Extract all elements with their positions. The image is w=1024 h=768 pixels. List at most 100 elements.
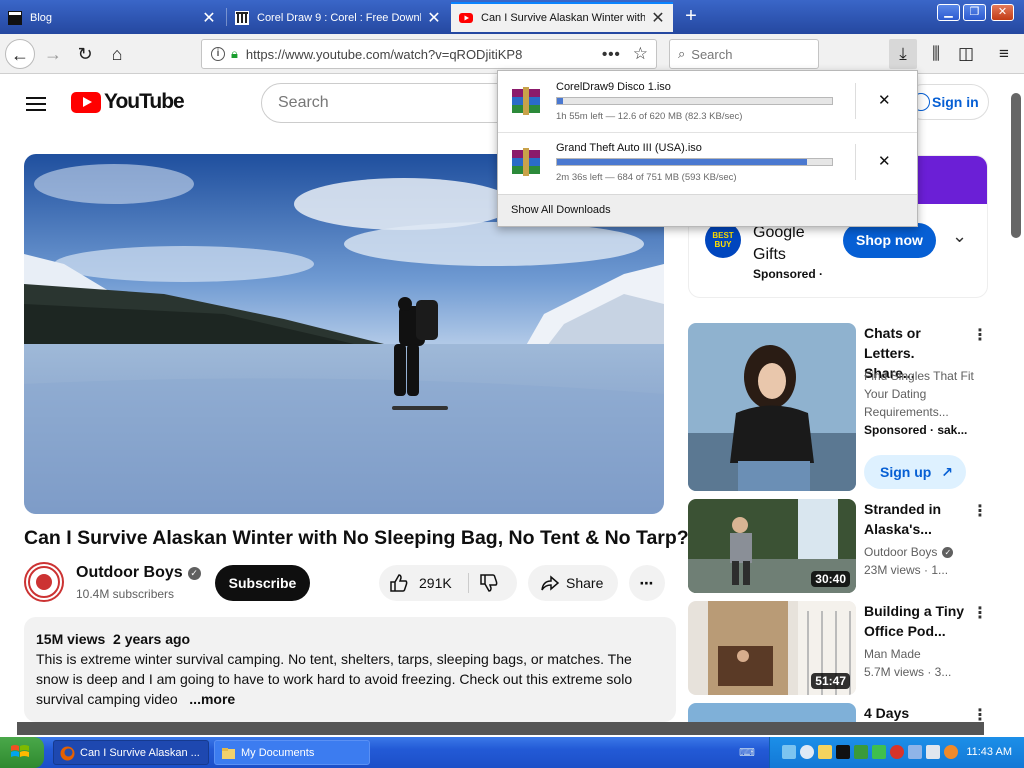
taskbar-clock[interactable]: 11:43 AM bbox=[966, 737, 1012, 768]
page-actions-icon[interactable]: ••• bbox=[602, 46, 621, 63]
more-actions-button[interactable]: ⋯ bbox=[629, 565, 665, 601]
downloads-button[interactable]: ⤓ bbox=[889, 39, 917, 69]
share-button[interactable]: Share bbox=[528, 565, 618, 601]
divider bbox=[855, 83, 856, 119]
channel-name-text[interactable]: Outdoor Boys bbox=[76, 564, 183, 581]
thumbs-up-icon bbox=[390, 574, 408, 592]
close-icon[interactable]: ✕ bbox=[427, 8, 441, 28]
logo-text: YouTube bbox=[104, 90, 185, 113]
cancel-download-button[interactable]: ✕ bbox=[878, 152, 891, 170]
video-duration: 51:47 bbox=[811, 673, 850, 689]
recommendation-channel[interactable]: Man Made bbox=[864, 645, 974, 663]
back-button[interactable]: ← bbox=[5, 39, 35, 69]
channel-label[interactable]: Outdoor Boys bbox=[864, 545, 937, 559]
close-icon[interactable]: ✕ bbox=[202, 8, 216, 28]
recommendation-thumbnail[interactable]: 30:40 bbox=[688, 499, 856, 593]
show-all-downloads-button[interactable]: Show All Downloads bbox=[498, 194, 917, 226]
like-divider bbox=[468, 573, 469, 593]
tab-corel[interactable]: Corel Draw 9 : Corel : Free Downl ✕ bbox=[227, 4, 449, 32]
channel-avatar[interactable] bbox=[24, 562, 64, 602]
chevron-down-icon[interactable]: ⌄ bbox=[952, 226, 967, 247]
window-close-button[interactable]: ✕ bbox=[991, 4, 1014, 21]
language-bar-icon[interactable]: ⌨ bbox=[739, 746, 755, 759]
lock-icon[interactable]: 🔒︎ bbox=[231, 46, 238, 62]
home-button[interactable]: ⌂ bbox=[102, 39, 132, 69]
downloads-panel: CorelDraw9 Disco 1.iso 1h 55m left — 12.… bbox=[497, 70, 918, 227]
description-text: This is extreme winter survival camping.… bbox=[36, 649, 664, 709]
tab-youtube[interactable]: Can I Survive Alaskan Winter with ✕ bbox=[451, 2, 673, 32]
download-item[interactable]: CorelDraw9 Disco 1.iso 1h 55m left — 12.… bbox=[498, 71, 917, 132]
video-title: Can I Survive Alaskan Winter with No Sle… bbox=[24, 527, 689, 549]
subscribe-button[interactable]: Subscribe bbox=[215, 565, 310, 601]
close-icon[interactable]: ✕ bbox=[651, 8, 665, 28]
start-button[interactable] bbox=[0, 737, 44, 768]
video-description[interactable]: 15M views 2 years ago This is extreme wi… bbox=[24, 617, 676, 722]
minimize-button[interactable]: ▁ bbox=[937, 4, 960, 21]
taskbar-item-label: Can I Survive Alaskan ... bbox=[80, 747, 200, 759]
youtube-search-input[interactable]: Search bbox=[261, 83, 511, 123]
sign-up-button[interactable]: Sign up ↗ bbox=[864, 455, 966, 489]
recommendation-item[interactable]: 51:47 Building a Tiny Office Pod... Man … bbox=[688, 601, 988, 696]
url-text[interactable]: https://www.youtube.com/watch?v=qRODjiti… bbox=[246, 47, 602, 62]
network-icon[interactable] bbox=[782, 745, 796, 759]
sidebar-icon[interactable]: ◫ bbox=[952, 39, 980, 69]
library-icon[interactable]: ⫼ bbox=[922, 39, 950, 69]
menu-icon[interactable]: ≡ bbox=[990, 39, 1018, 69]
shop-now-button[interactable]: Shop now bbox=[843, 223, 936, 258]
vertical-scrollbar[interactable] bbox=[1008, 75, 1024, 735]
horizontal-scrollbar[interactable] bbox=[17, 722, 984, 735]
info-icon[interactable]: i bbox=[211, 47, 225, 61]
tray-app-icon[interactable] bbox=[944, 745, 958, 759]
windows-taskbar: Can I Survive Alaskan ... My Documents ⌨… bbox=[0, 737, 1024, 768]
search-input[interactable]: ⌕ Search bbox=[669, 39, 819, 69]
ad-title[interactable]: Google Gifts bbox=[753, 222, 833, 266]
tray-app-icon[interactable] bbox=[926, 745, 940, 759]
taskbar-item-firefox[interactable]: Can I Survive Alaskan ... bbox=[53, 740, 209, 765]
more-vert-icon[interactable]: ⋮ bbox=[972, 325, 988, 345]
hamburger-menu-icon[interactable] bbox=[26, 93, 46, 115]
restore-button[interactable]: ❐ bbox=[963, 4, 986, 21]
thumbs-down-icon bbox=[480, 574, 498, 592]
description-more-link[interactable]: ...more bbox=[189, 691, 235, 707]
recommendation-sponsored: Sponsored · sak... bbox=[864, 423, 968, 437]
tab-blog[interactable]: Blog ✕ bbox=[0, 4, 224, 32]
tray-app-icon[interactable] bbox=[800, 745, 814, 759]
recommendation-title[interactable]: Stranded in Alaska's... bbox=[864, 499, 968, 539]
recommendation-title[interactable]: Building a Tiny Office Pod... bbox=[864, 601, 968, 641]
url-bar[interactable]: i 🔒︎ https://www.youtube.com/watch?v=qRO… bbox=[201, 39, 657, 69]
tray-app-icon[interactable] bbox=[818, 745, 832, 759]
video-duration: 30:40 bbox=[811, 571, 850, 587]
recommendation-thumbnail[interactable]: 51:47 bbox=[688, 601, 856, 695]
archive-icon bbox=[235, 11, 249, 25]
divider bbox=[855, 144, 856, 180]
bookmark-star-icon[interactable]: ☆ bbox=[633, 44, 648, 64]
tray-app-icon[interactable] bbox=[908, 745, 922, 759]
new-tab-button[interactable]: + bbox=[680, 5, 702, 27]
taskbar-item-my-documents[interactable]: My Documents bbox=[214, 740, 370, 765]
recommendation-title[interactable]: 4 Days bbox=[864, 703, 968, 723]
search-placeholder: Search bbox=[691, 46, 733, 62]
cancel-download-button[interactable]: ✕ bbox=[878, 91, 891, 109]
scrollbar-thumb[interactable] bbox=[1011, 93, 1021, 238]
recommendation-item[interactable]: Chats or Letters. Share... Find Singles … bbox=[688, 323, 988, 493]
tray-app-icon[interactable] bbox=[854, 745, 868, 759]
recommendation-item[interactable]: 30:40 Stranded in Alaska's... Outdoor Bo… bbox=[688, 499, 988, 594]
navigation-toolbar: ← → ↻ ⌂ i 🔒︎ https://www.youtube.com/wat… bbox=[0, 34, 1024, 74]
ad-sponsored-label: Sponsored · bbox=[753, 267, 823, 281]
like-button[interactable]: 291K bbox=[389, 565, 469, 601]
channel-name[interactable]: Outdoor Boys ✓ bbox=[76, 564, 201, 582]
download-item[interactable]: Grand Theft Auto III (USA).iso 2m 36s le… bbox=[498, 132, 917, 193]
winrar-archive-icon bbox=[512, 87, 540, 115]
more-vert-icon[interactable]: ⋮ bbox=[972, 603, 988, 623]
reload-button[interactable]: ↻ bbox=[70, 39, 100, 69]
more-vert-icon[interactable]: ⋮ bbox=[972, 501, 988, 521]
tray-app-icon[interactable] bbox=[836, 745, 850, 759]
security-shield-icon[interactable] bbox=[890, 745, 904, 759]
tab-title: Can I Survive Alaskan Winter with bbox=[481, 12, 645, 24]
recommendation-thumbnail[interactable] bbox=[688, 323, 856, 491]
youtube-logo[interactable]: YouTube bbox=[71, 90, 185, 114]
tray-app-icon[interactable] bbox=[872, 745, 886, 759]
external-link-icon: ↗ bbox=[941, 464, 953, 480]
forward-button[interactable]: → bbox=[38, 39, 68, 69]
system-tray: 11:43 AM bbox=[769, 737, 1024, 768]
